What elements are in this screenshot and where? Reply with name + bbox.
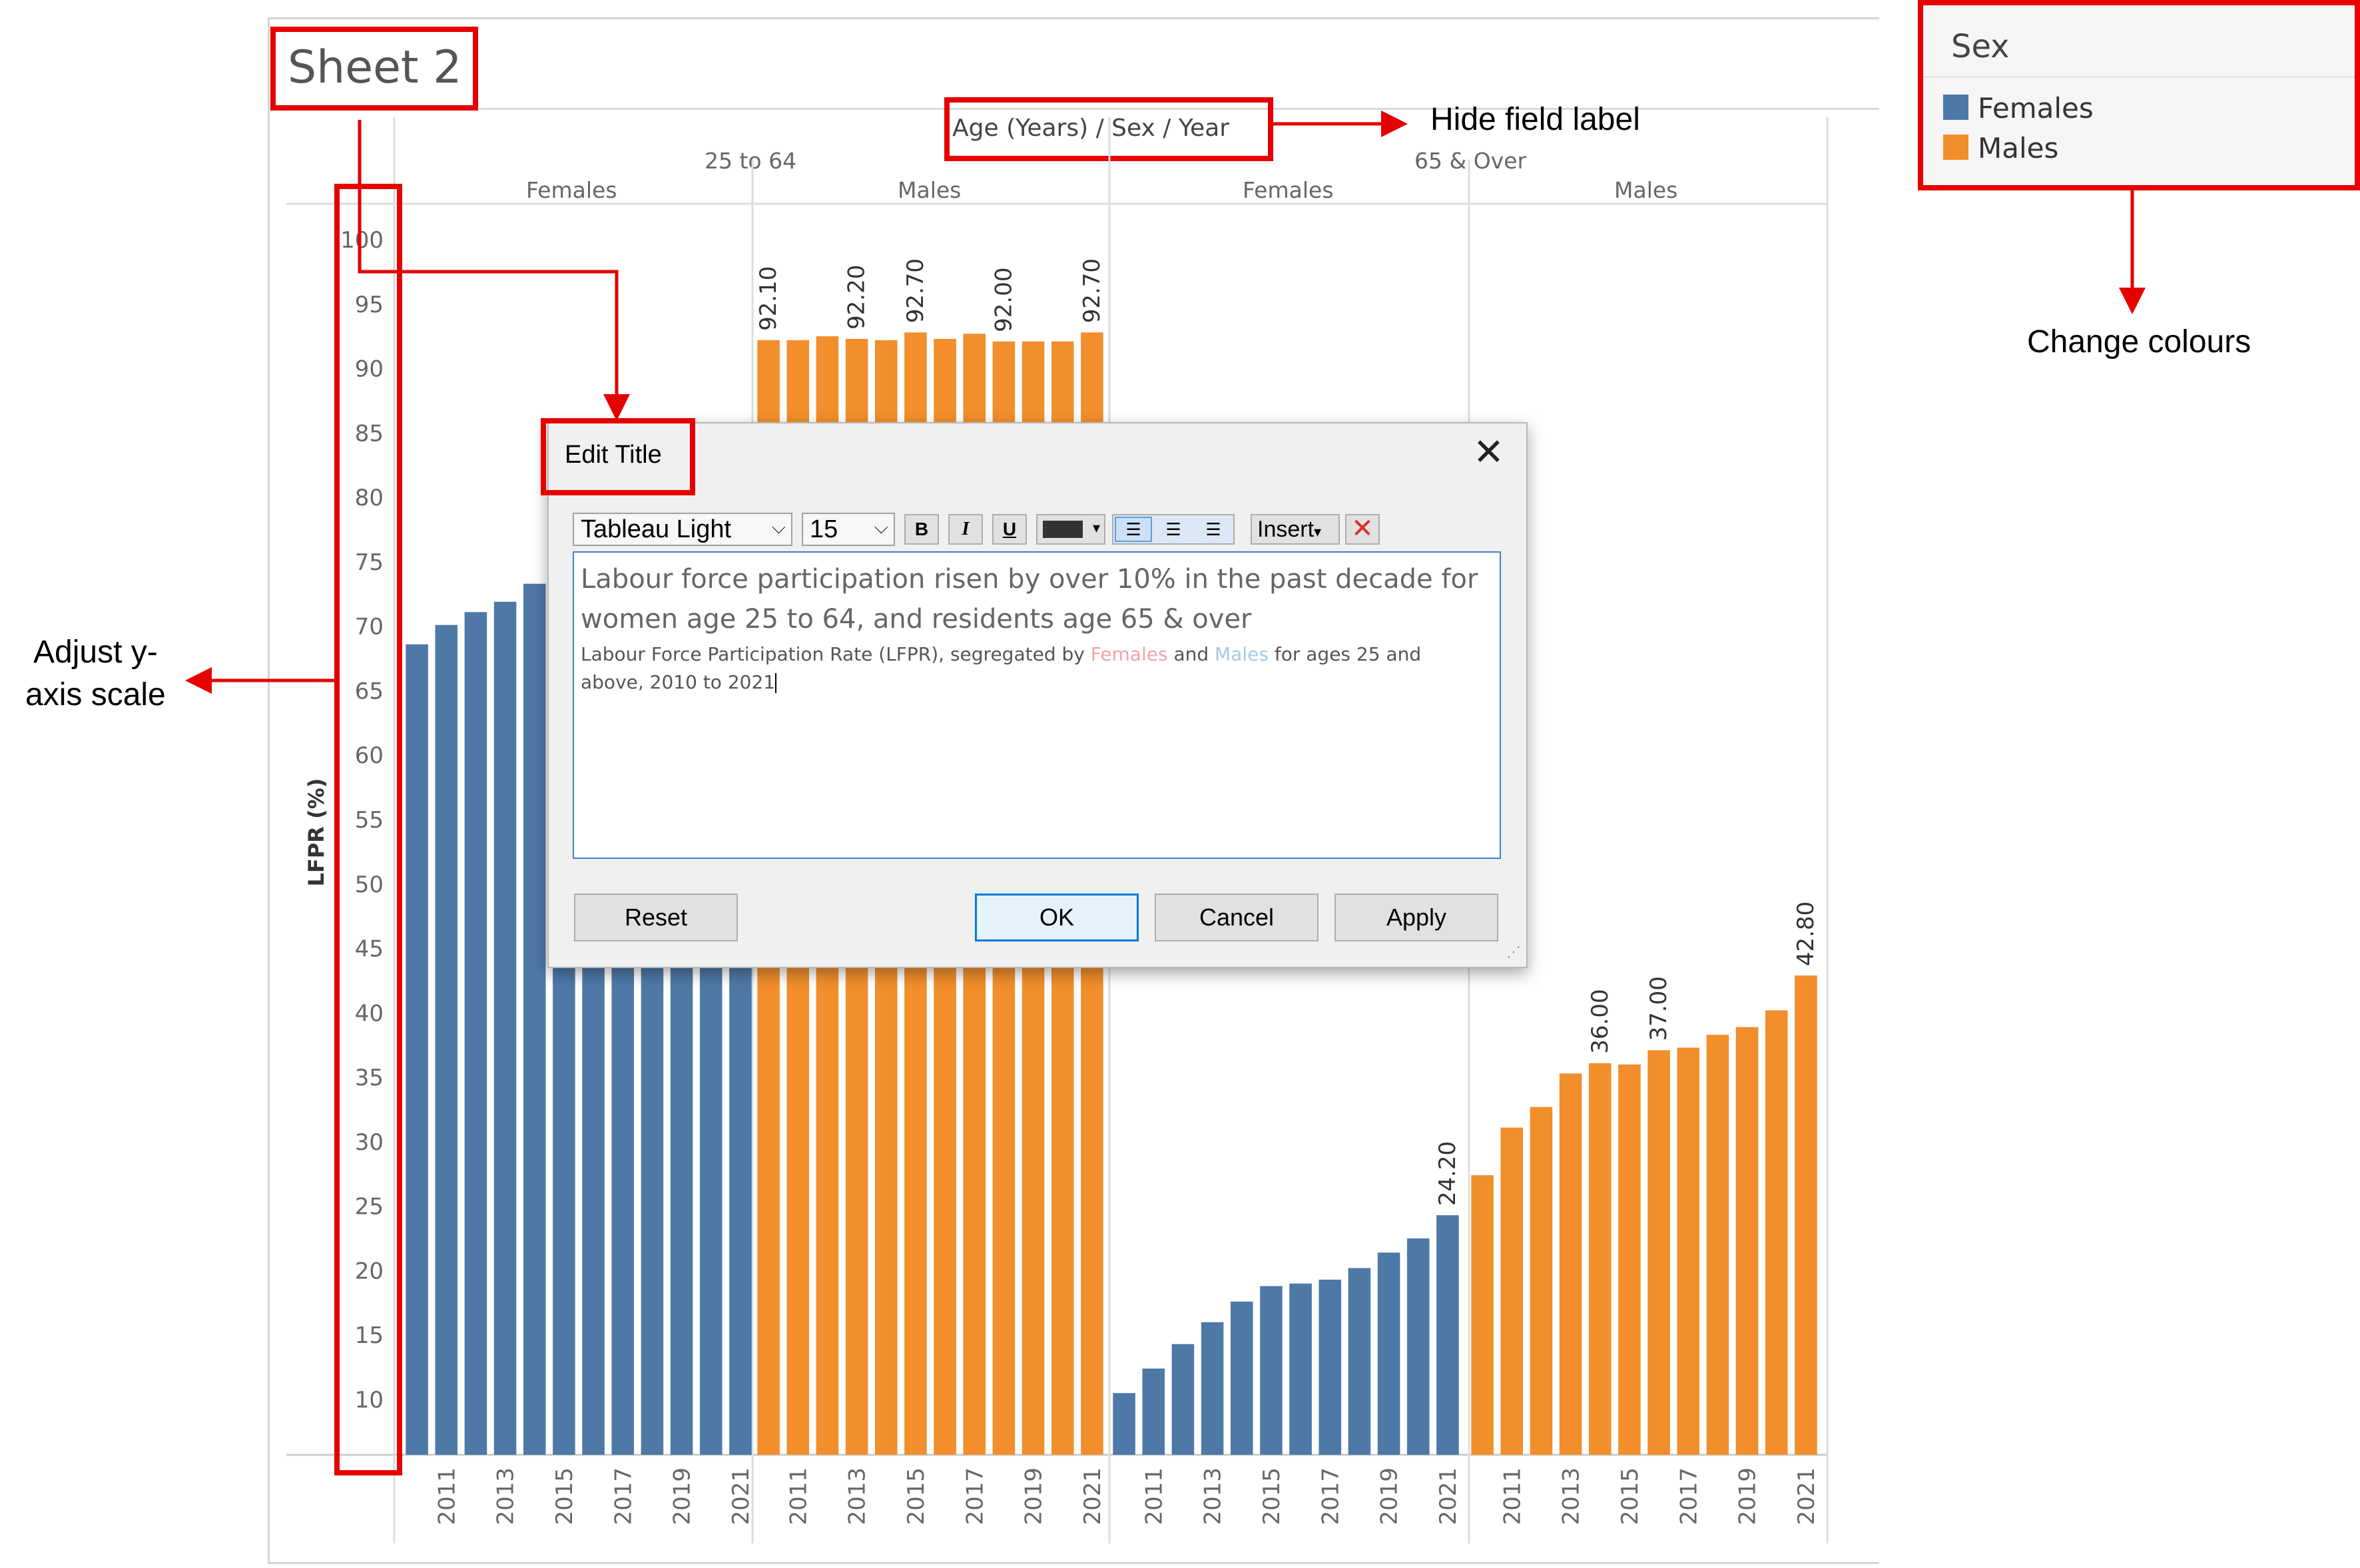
font-color-picker[interactable]: ▾ — [1036, 514, 1105, 545]
cancel-button[interactable]: Cancel — [1155, 894, 1319, 941]
subtitle-part-1: Labour Force Participation Rate (LFPR), … — [581, 643, 1091, 665]
text-cursor — [775, 673, 777, 693]
apply-button[interactable]: Apply — [1334, 894, 1498, 941]
bold-button[interactable]: B — [904, 514, 939, 545]
editor-main-title[interactable]: Labour force participation risen by over… — [581, 559, 1486, 639]
alignment-group: ☰ ☰ ☰ — [1112, 514, 1235, 545]
subtitle-and: and — [1167, 643, 1215, 665]
insert-menu-button[interactable]: Insert▾ — [1251, 514, 1340, 545]
align-left-icon[interactable]: ☰ — [1115, 517, 1152, 542]
italic-button[interactable]: I — [948, 514, 983, 545]
close-icon[interactable]: ✕ — [1473, 434, 1504, 471]
font-family-select[interactable]: Tableau Light ⌵ — [573, 513, 792, 546]
color-swatch-icon — [1043, 521, 1083, 538]
dropdown-arrow-icon: ▾ — [1314, 523, 1322, 540]
reset-button[interactable]: Reset — [574, 894, 738, 941]
clear-formatting-icon[interactable]: ✕ — [1345, 514, 1380, 545]
resize-grip-icon[interactable]: ⋰ — [1506, 944, 1521, 961]
arrow-edit-title — [358, 120, 630, 421]
font-family-value: Tableau Light — [581, 515, 732, 543]
dialog-title-highlight — [541, 418, 695, 495]
editor-subtitle[interactable]: Labour Force Participation Rate (LFPR), … — [581, 641, 1486, 696]
font-size-value: 15 — [810, 515, 838, 543]
chevron-down-icon: ⌵ — [771, 517, 786, 537]
align-center-icon[interactable]: ☰ — [1155, 517, 1192, 542]
insert-label: Insert — [1257, 517, 1315, 542]
ok-button[interactable]: OK — [975, 894, 1139, 941]
align-right-icon[interactable]: ☰ — [1195, 517, 1232, 542]
subtitle-females: Females — [1090, 643, 1168, 665]
chevron-down-icon: ⌵ — [874, 517, 888, 537]
font-size-select[interactable]: 15 ⌵ — [802, 513, 895, 546]
subtitle-males: Males — [1215, 643, 1269, 665]
dropdown-arrow-icon: ▾ — [1092, 519, 1100, 536]
underline-button[interactable]: U — [992, 514, 1027, 545]
